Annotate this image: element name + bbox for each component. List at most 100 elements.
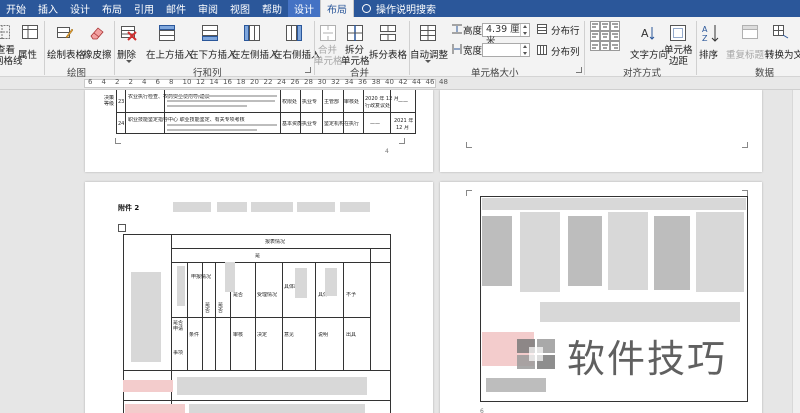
merge-cells-label-2: 单元格 — [314, 56, 343, 67]
tell-me-search[interactable]: 操作说明搜索 — [354, 0, 436, 17]
lightbulb-icon — [362, 4, 371, 13]
insert-left-label: 在左侧插入 — [231, 50, 279, 61]
margin-corner-mark — [399, 138, 405, 144]
delete-label: 删除 — [117, 50, 137, 61]
distribute-rows-icon — [537, 24, 547, 34]
insert-left-icon — [244, 25, 260, 41]
blurred-region — [654, 216, 690, 290]
cell-size-dialog-launcher[interactable] — [576, 67, 582, 73]
autofit-icon — [420, 25, 436, 41]
page-1[interactable]: 决策 等级 23 农业执行检查、农药安全使用等,建议 权限处 执业专 主管部 审… — [85, 90, 433, 172]
spinner-arrows-icon[interactable] — [520, 44, 529, 56]
tab-insert[interactable]: 插入 — [32, 0, 64, 17]
svg-text:A: A — [702, 25, 708, 34]
blurred-region — [125, 404, 185, 413]
col-label-2: 是否申请 — [173, 320, 184, 332]
col-divider — [125, 90, 126, 134]
ruler-number: 48 — [439, 78, 448, 86]
merge-cells-icon — [320, 25, 336, 41]
spinner-arrows-icon[interactable] — [520, 24, 529, 36]
blurred-region — [189, 404, 365, 413]
ruler-number: 28 — [304, 78, 313, 86]
col-divider — [363, 90, 364, 134]
row23-cell-b: 权限处 — [282, 99, 298, 105]
group-separator — [584, 21, 585, 75]
table-move-handle-icon[interactable] — [118, 224, 126, 232]
svg-text:Z: Z — [702, 34, 708, 43]
page-2-top[interactable] — [440, 90, 762, 172]
ruler-number: 24 — [277, 78, 286, 86]
tab-view[interactable]: 视图 — [224, 0, 256, 17]
blurred-region — [482, 216, 512, 286]
distribute-cols-icon — [537, 45, 547, 55]
row-label-2: 条件 — [189, 332, 200, 338]
ruler-number: 8 — [169, 78, 174, 86]
horizontal-ruler[interactable]: 6 4 2 2 4 6 8 10 12 14 16 18 20 22 24 26 28 30 32 34 36 38 40 4… — [0, 77, 800, 90]
column-width-icon — [452, 44, 462, 54]
height-input[interactable]: 4.39 厘米 — [482, 23, 530, 47]
tab-review[interactable]: 审阅 — [192, 0, 224, 17]
ruler-number: 4 — [142, 78, 147, 86]
margin-corner-mark — [466, 142, 472, 148]
tab-table-design[interactable]: 设计 — [288, 0, 320, 17]
ruler-number: 18 — [236, 78, 246, 86]
col-divider — [300, 90, 301, 134]
rows-cols-dialog-launcher[interactable] — [305, 67, 311, 73]
row24-cell-b: 基本资质 — [282, 121, 303, 127]
table-row-divider — [116, 112, 416, 113]
blurred-text — [167, 100, 275, 102]
distribute-cols-label: 分布列 — [551, 47, 580, 58]
text-direction-icon: A — [641, 27, 655, 40]
tab-help[interactable]: 帮助 — [256, 0, 288, 17]
ruler-number: 26 — [290, 78, 300, 86]
insert-right-icon — [286, 25, 302, 41]
convert-to-text-icon — [773, 25, 789, 39]
sort-label: 排序 — [699, 50, 719, 61]
chevron-down-icon — [425, 60, 431, 63]
sort-az-icon: AZ — [702, 25, 719, 43]
autofit-label: 自动调整 — [410, 50, 449, 61]
ruler-number: 6 — [88, 78, 93, 86]
blurred-region — [225, 262, 235, 292]
blurred-text — [167, 124, 277, 126]
col-divider — [343, 90, 344, 134]
ruler-number: 34 — [344, 78, 354, 86]
ruler-strip — [84, 79, 436, 88]
tab-design[interactable]: 设计 — [64, 0, 96, 17]
distribute-rows-label: 分布行 — [551, 26, 580, 37]
blurred-text — [167, 105, 247, 107]
ruler-number: 14 — [209, 78, 219, 86]
group-separator — [44, 21, 45, 75]
width-input[interactable] — [482, 43, 530, 57]
tab-references[interactable]: 引用 — [128, 0, 160, 17]
ruler-number: 36 — [358, 78, 367, 86]
svg-text:A: A — [641, 27, 649, 40]
chevron-down-icon — [126, 60, 132, 63]
split-table-icon — [380, 25, 396, 41]
row24-cell-c: 执业专 — [302, 121, 318, 127]
properties-label: 属性 — [18, 50, 38, 61]
row24-date2: 12 月 — [396, 125, 409, 131]
row-label-4: 决定 — [257, 332, 268, 338]
tab-home[interactable]: 开始 — [0, 0, 32, 17]
insert-below-icon — [202, 25, 218, 41]
delete-table-icon — [121, 26, 137, 41]
ruler-number: 2 — [128, 78, 133, 86]
row-divider — [123, 370, 391, 371]
row23-cell-d: 主管部 — [324, 99, 340, 105]
blurred-region — [486, 378, 546, 392]
col-label-3: 是否 — [205, 302, 211, 314]
tab-table-layout[interactable]: 布局 — [320, 0, 354, 17]
vertical-scrollbar[interactable] — [792, 90, 800, 413]
tab-layout[interactable]: 布局 — [96, 0, 128, 17]
pencil-icon — [57, 27, 73, 39]
blurred-text — [251, 202, 293, 212]
tab-mailings[interactable]: 邮件 — [160, 0, 192, 17]
cell-margins-icon — [670, 25, 686, 41]
blurred-region — [608, 212, 648, 290]
draw-table-label: 绘制表格 — [47, 50, 86, 61]
alignment-grid-icon[interactable] — [590, 21, 620, 51]
margin-corner-mark — [466, 190, 472, 196]
split-cells-icon — [347, 25, 363, 41]
page-3-attachment[interactable]: 附件 2 报表情况 是 申报情况 是否申请 是否 是否 是否 受理情况 具体出具 — [85, 182, 433, 413]
